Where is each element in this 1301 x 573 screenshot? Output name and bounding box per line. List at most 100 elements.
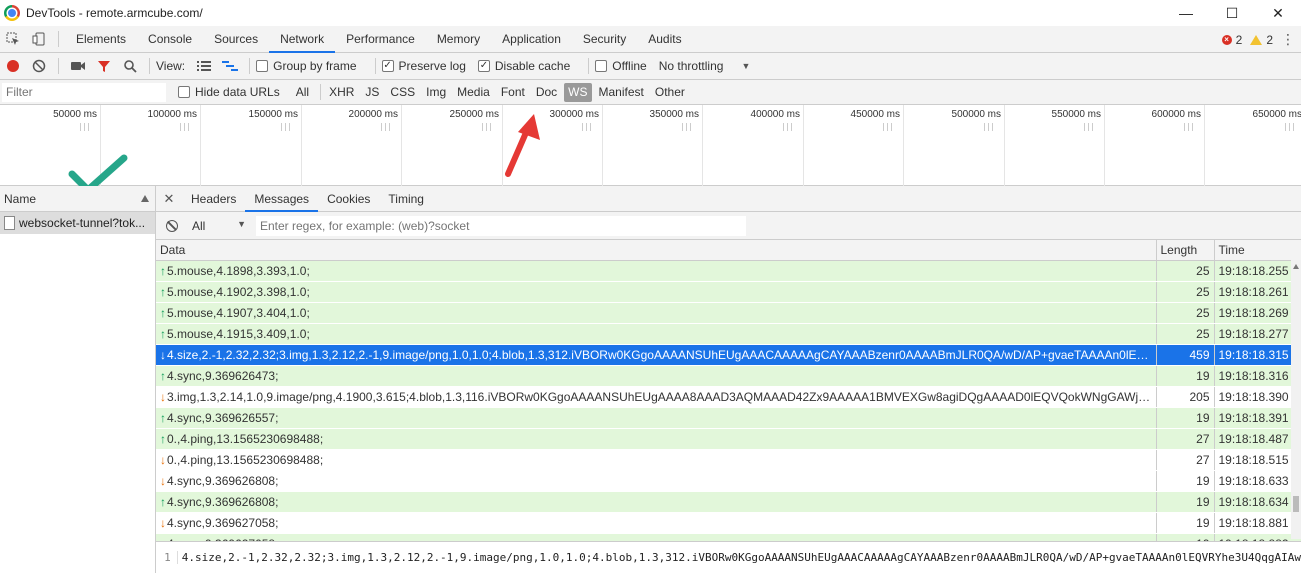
message-data-text: 0.,4.ping,13.1565230698488; (167, 431, 324, 446)
minimize-button[interactable]: — (1163, 0, 1209, 26)
messages-table-body: ↑5.mouse,4.1898,3.393,1.0; 25 19:18:18.255… (156, 260, 1301, 555)
filter-input[interactable] (2, 82, 166, 102)
filter-type-ws[interactable]: WS (564, 82, 592, 102)
clear-messages-icon[interactable] (166, 219, 178, 232)
message-row[interactable]: ↓0.,4.ping,13.1565230698488; 27 19:18:18.5… (156, 449, 1301, 471)
filter-type-font[interactable]: Font (497, 83, 529, 102)
tab-audits[interactable]: Audits (637, 26, 692, 53)
overview-minor-tick (590, 123, 591, 131)
overview-minor-tick (486, 123, 487, 131)
message-row[interactable]: ↓4.sync,9.369626808; 19 19:18:18.633 (156, 470, 1301, 492)
record-button[interactable] (0, 53, 26, 79)
offline-box[interactable] (595, 60, 608, 72)
group-by-frame-checkbox[interactable]: Group by frame (256, 59, 357, 73)
message-data-text: 5.mouse,4.1898,3.393,1.0; (167, 263, 310, 278)
filter-type-manifest[interactable]: Manifest (595, 83, 648, 102)
chevron-down-icon: ▼ (237, 218, 246, 229)
more-options-icon[interactable]: ⋮ (1281, 26, 1295, 53)
message-row[interactable]: ↓3.img,1.3,2.14,1.0,9.image/png,4.1900,3… (156, 386, 1301, 408)
network-overview-timeline[interactable]: 50000 ms 100000 ms 150000 ms 200000 ms 25000… (0, 105, 1301, 186)
issue-counts[interactable]: × 2 2 (1221, 26, 1273, 53)
large-rows-button[interactable] (191, 53, 217, 79)
payload-text: 4.size,2.-1,2.32,2.32;3.img,1.3,2.12,2.-… (181, 551, 1301, 564)
search-button[interactable] (117, 53, 143, 79)
filter-type-js[interactable]: JS (361, 83, 383, 102)
request-row-websocket[interactable]: websocket-tunnel?tok... (0, 212, 155, 234)
filter-type-other[interactable]: Other (651, 83, 689, 102)
length-column-header[interactable]: Length (1155, 240, 1214, 261)
message-regex-input[interactable] (256, 215, 746, 236)
overview-minor-tick (787, 123, 788, 131)
tab-cookies[interactable]: Cookies (318, 186, 379, 212)
overview-gridline (1204, 105, 1205, 186)
time-column-header[interactable]: Time (1213, 240, 1301, 261)
filter-type-doc[interactable]: Doc (532, 83, 561, 102)
tab-memory[interactable]: Memory (426, 26, 491, 53)
message-row[interactable]: ↑0.,4.ping,13.1565230698488; 27 19:18:18.4… (156, 428, 1301, 450)
filter-toggle-button[interactable] (91, 53, 117, 79)
maximize-button[interactable]: ☐ (1209, 0, 1255, 26)
message-length-cell: 459 (1155, 344, 1214, 366)
disable-cache-checkbox[interactable]: ✓ Disable cache (477, 59, 570, 73)
overview-minor-tick (891, 123, 892, 131)
hide-data-urls-checkbox[interactable]: Hide data URLs (178, 85, 280, 99)
tab-messages[interactable]: Messages (245, 186, 319, 212)
overview-minor-tick (1192, 123, 1193, 131)
message-type-value: All (192, 218, 206, 233)
sent-arrow-icon: ↑ (160, 431, 166, 446)
group-by-frame-box[interactable] (256, 60, 269, 72)
message-row[interactable]: ↑5.mouse,4.1898,3.393,1.0; 25 19:18:18.255 (156, 260, 1301, 282)
tab-network[interactable]: Network (269, 26, 336, 53)
overview-tick-label: 600000 ms (1151, 109, 1201, 120)
filter-type-css[interactable]: CSS (386, 83, 419, 102)
name-column-header[interactable]: Name (0, 186, 155, 212)
overview-minor-tick (887, 123, 888, 131)
overview-minor-tick (490, 123, 491, 131)
message-row[interactable]: ↑5.mouse,4.1902,3.398,1.0; 25 19:18:18.261 (156, 281, 1301, 303)
tab-timing[interactable]: Timing (379, 186, 433, 212)
scroll-up-icon[interactable] (1293, 264, 1299, 269)
message-row[interactable]: ↑5.mouse,4.1915,3.409,1.0; 25 19:18:18.277 (156, 323, 1301, 345)
tab-performance[interactable]: Performance (335, 26, 426, 53)
message-row[interactable]: ↑4.sync,9.369626808; 19 19:18:18.634 (156, 491, 1301, 513)
waterfall-view-button[interactable] (217, 53, 243, 79)
close-window-button[interactable]: ✕ (1255, 0, 1301, 26)
offline-checkbox[interactable]: Offline (595, 59, 647, 73)
detail-tabs: ✕ Headers Messages Cookies Timing (156, 186, 1301, 212)
inspect-element-icon[interactable] (0, 26, 26, 52)
message-length-cell: 25 (1155, 281, 1214, 303)
filter-type-img[interactable]: Img (422, 83, 450, 102)
clear-button[interactable] (26, 53, 52, 79)
tab-console[interactable]: Console (137, 26, 203, 53)
message-row[interactable]: ↓4.sync,9.369627058; 19 19:18:18.881 (156, 512, 1301, 534)
chrome-logo-icon (4, 5, 20, 21)
message-row[interactable]: ↓4.size,2.-1,2.32,2.32;3.img,1.3,2.12,2.… (156, 344, 1301, 366)
device-toolbar-icon[interactable] (26, 26, 52, 52)
screenshot-capture-button[interactable] (65, 53, 91, 79)
devtools-main-tabs: Elements Console Sources Network Performance… (0, 26, 1301, 53)
tab-application[interactable]: Application (491, 26, 572, 53)
filter-type-media[interactable]: Media (453, 83, 494, 102)
tab-sources[interactable]: Sources (203, 26, 269, 53)
throttling-select[interactable]: No throttling ▼ (659, 59, 751, 73)
close-detail-icon[interactable]: ✕ (156, 191, 182, 207)
tab-headers[interactable]: Headers (182, 186, 245, 212)
overview-minor-tick (385, 123, 386, 131)
preserve-log-box[interactable]: ✓ (381, 60, 394, 72)
message-type-select[interactable]: All ▼ (192, 219, 246, 233)
filter-type-all[interactable]: All (292, 83, 313, 102)
messages-scrollbar[interactable] (1291, 260, 1301, 539)
filter-type-xhr[interactable]: XHR (325, 83, 358, 102)
disable-cache-box[interactable]: ✓ (477, 60, 490, 72)
hide-data-urls-box[interactable] (178, 86, 190, 98)
tab-security[interactable]: Security (572, 26, 637, 53)
filter-divider (320, 84, 322, 100)
preserve-log-checkbox[interactable]: ✓ Preserve log (381, 59, 466, 73)
tab-elements[interactable]: Elements (65, 26, 137, 53)
overview-minor-tick (381, 123, 382, 131)
message-row[interactable]: ↑5.mouse,4.1907,3.404,1.0; 25 19:18:18.269 (156, 302, 1301, 324)
scroll-thumb[interactable] (1293, 496, 1299, 512)
message-row[interactable]: ↑4.sync,9.369626473; 19 19:18:18.316 (156, 365, 1301, 387)
data-column-header[interactable]: Data (156, 240, 1156, 261)
message-row[interactable]: ↑4.sync,9.369626557; 19 19:18:18.391 (156, 407, 1301, 429)
